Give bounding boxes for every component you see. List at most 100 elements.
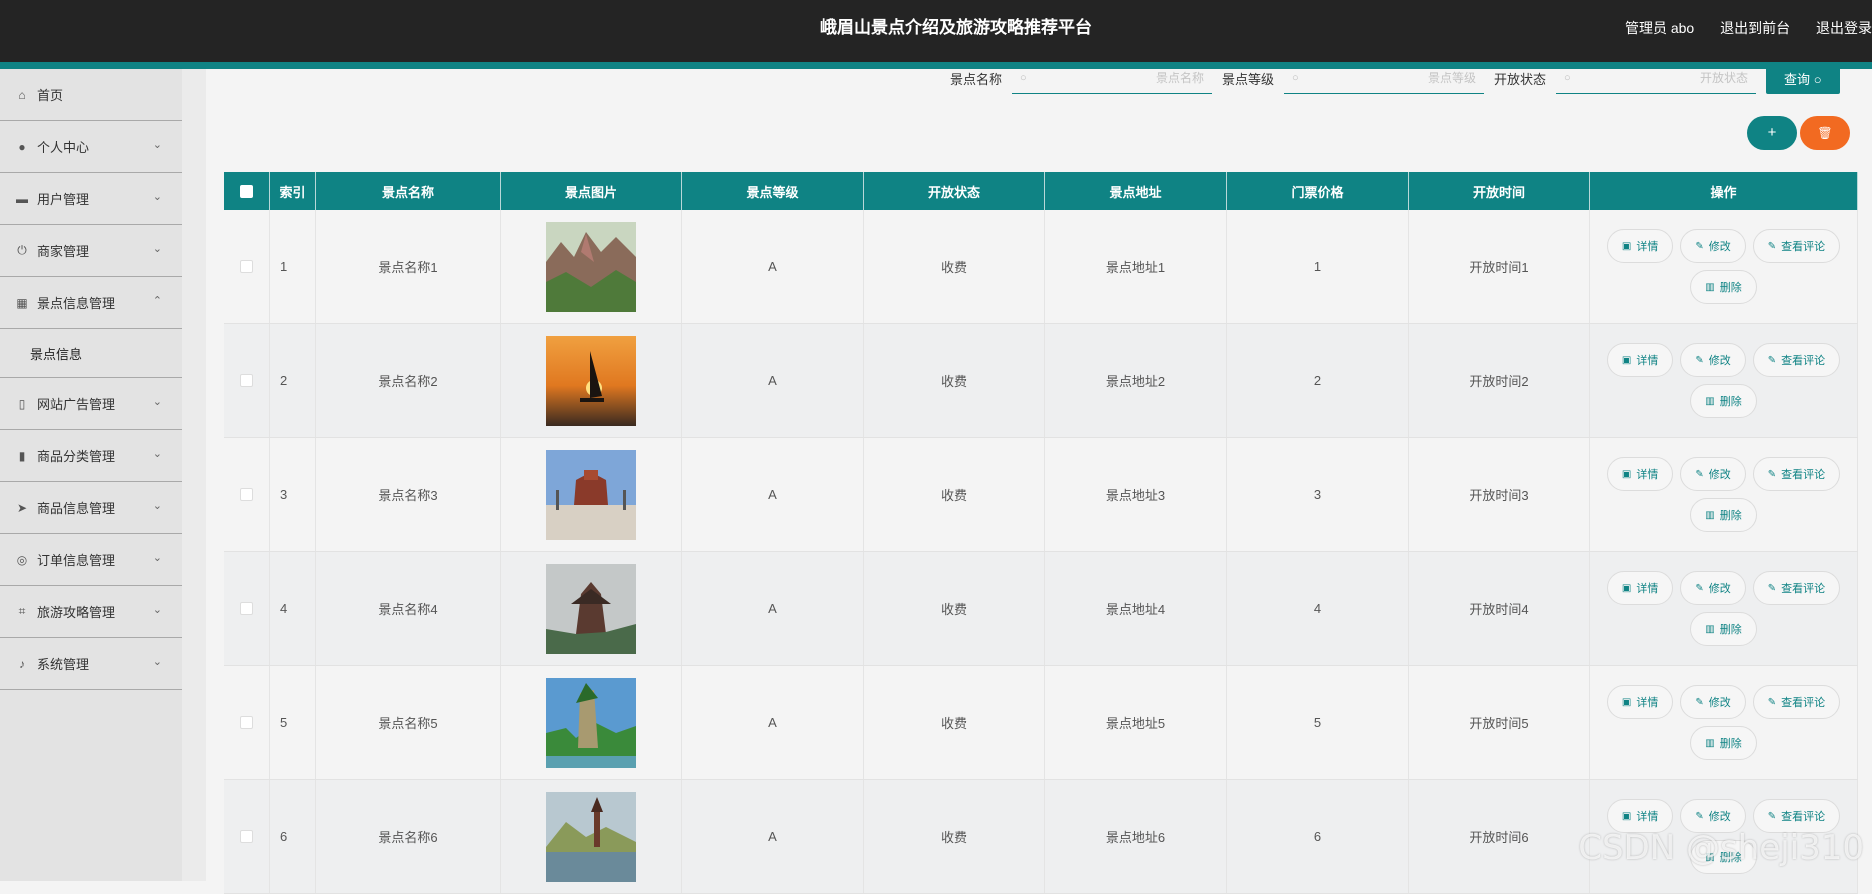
time-cell: 开放时间4 xyxy=(1409,552,1590,665)
row-select-cell xyxy=(224,780,270,893)
address-cell: 景点地址6 xyxy=(1045,780,1227,893)
header-time: 开放时间 xyxy=(1409,172,1590,210)
delete-button[interactable]: ▥ 删除 xyxy=(1690,726,1757,760)
status-label: 开放状态 xyxy=(1494,71,1547,87)
scenic-photo xyxy=(546,791,636,882)
front-link[interactable]: 退出到前台 xyxy=(1720,20,1790,36)
row-checkbox[interactable] xyxy=(240,488,253,501)
sidebar-item-users[interactable]: ▬ 用户管理 ⌄ xyxy=(0,173,182,225)
view-comments-button[interactable]: ✎ 查看评论 xyxy=(1752,685,1841,719)
image-cell xyxy=(501,666,682,779)
delete-button[interactable]: ▥ 删除 xyxy=(1690,384,1757,418)
detail-button[interactable]: ▣ 详情 xyxy=(1606,229,1674,263)
table-row: 1 景点名称1 A 收费 景点地址1 1 开放时间1 ▣ 详情 ✎ 修改 ✎ 查看评论… xyxy=(224,210,1858,324)
view-comments-button[interactable]: ✎ 查看评论 xyxy=(1752,229,1841,263)
edit-button[interactable]: ✎ 修改 xyxy=(1680,229,1746,263)
sidebar-subitem-scenic-info[interactable]: 景点信息 xyxy=(0,329,182,378)
logout-link[interactable]: 退出登录 xyxy=(1816,20,1872,36)
row-actions: ▣ 详情 ✎ 修改 ✎ 查看评论 ▥ 删除 xyxy=(1599,685,1849,760)
detail-button[interactable]: ▣ 详情 xyxy=(1606,685,1674,719)
delete-button[interactable]: ▥ 删除 xyxy=(1690,612,1757,646)
edit-button[interactable]: ✎ 修改 xyxy=(1680,685,1746,719)
select-all-checkbox[interactable] xyxy=(240,184,253,198)
sidebar-item-products[interactable]: ➤ 商品信息管理 ⌄ xyxy=(0,482,182,534)
comments-label: 查看评论 xyxy=(1781,469,1826,481)
price-cell: 6 xyxy=(1227,780,1409,893)
status-search-input[interactable] xyxy=(1570,70,1749,85)
sidebar-item-merchants[interactable]: ⏻ 商家管理 ⌄ xyxy=(0,225,182,277)
row-checkbox[interactable] xyxy=(240,830,253,843)
address-cell: 景点地址1 xyxy=(1045,210,1227,323)
sidebar-item-system[interactable]: ♪ 系统管理 ⌄ xyxy=(0,638,182,690)
table-header: 索引 景点名称 景点图片 景点等级 开放状态 景点地址 门票价格 开放时间 操作 xyxy=(224,172,1858,210)
sidebar-item-label: 商品信息管理 xyxy=(37,501,116,516)
sidebar-item-label: 首页 xyxy=(37,88,64,103)
name-label: 景点名称 xyxy=(950,71,1003,87)
delete-button[interactable]: ▥ 删除 xyxy=(1690,270,1757,304)
row-checkbox[interactable] xyxy=(240,260,253,273)
top-bar: 峨眉山景点介绍及旅游攻略推荐平台 管理员 abo 退出到前台 退出登录 xyxy=(0,0,1872,62)
view-comments-button[interactable]: ✎ 查看评论 xyxy=(1752,343,1841,377)
sidebar-item-guides[interactable]: ⌗ 旅游攻略管理 ⌄ xyxy=(0,586,182,638)
bar-chart-icon: ▮ xyxy=(18,448,26,463)
detail-button[interactable]: ▣ 详情 xyxy=(1606,343,1674,377)
detail-button[interactable]: ▣ 详情 xyxy=(1606,457,1674,491)
index-cell: 1 xyxy=(270,210,316,323)
search-icon: ○ xyxy=(1292,71,1299,84)
sidebar-item-profile[interactable]: ● 个人中心 ⌄ xyxy=(0,121,182,173)
edit-button[interactable]: ✎ 修改 xyxy=(1680,571,1746,605)
address-cell: 景点地址4 xyxy=(1045,552,1227,665)
view-comments-button[interactable]: ✎ 查看评论 xyxy=(1752,571,1841,605)
chart-icon: ▦ xyxy=(16,295,28,310)
row-select-cell xyxy=(224,666,270,779)
header-level: 景点等级 xyxy=(682,172,864,210)
index-cell: 6 xyxy=(270,780,316,893)
edit-button[interactable]: ✎ 修改 xyxy=(1680,343,1746,377)
row-select-cell xyxy=(224,552,270,665)
status-cell: 收费 xyxy=(864,324,1045,437)
address-cell: 景点地址2 xyxy=(1045,324,1227,437)
delete-button[interactable]: ▥ 删除 xyxy=(1690,498,1757,532)
trash-icon: ▥ xyxy=(1705,281,1715,293)
sidebar-item-scenic[interactable]: ▦ 景点信息管理 ⌃ xyxy=(0,277,182,329)
comments-label: 查看评论 xyxy=(1781,583,1826,595)
sidebar-item-ads[interactable]: ▯ 网站广告管理 ⌄ xyxy=(0,378,182,430)
search-icon: ○ xyxy=(1813,71,1822,87)
view-comments-button[interactable]: ✎ 查看评论 xyxy=(1752,457,1841,491)
actions-cell: ▣ 详情 ✎ 修改 ✎ 查看评论 ▥ 删除 xyxy=(1590,210,1858,323)
detail-label: 详情 xyxy=(1636,241,1659,253)
detail-label: 详情 xyxy=(1636,355,1659,367)
doc-icon: ▣ xyxy=(1621,468,1632,480)
row-checkbox[interactable] xyxy=(240,602,253,615)
row-checkbox[interactable] xyxy=(240,374,253,387)
sidebar-item-home[interactable]: ⌂ 首页 xyxy=(0,69,182,121)
row-actions: ▣ 详情 ✎ 修改 ✎ 查看评论 ▥ 删除 xyxy=(1599,457,1849,532)
search-icon: ○ xyxy=(1564,71,1571,84)
sidebar-item-orders[interactable]: ◎ 订单信息管理 ⌄ xyxy=(0,534,182,586)
search-bar: 景点名称 ○ 景点等级 ○ 开放状态 ○ 查询 ○ xyxy=(950,62,1840,94)
detail-button[interactable]: ▣ 详情 xyxy=(1606,571,1674,605)
level-label: 景点等级 xyxy=(1222,71,1275,87)
delete-label: 删除 xyxy=(1719,738,1742,750)
index-cell: 3 xyxy=(270,438,316,551)
sidebar-item-categories[interactable]: ▮ 商品分类管理 ⌄ xyxy=(0,430,182,482)
image-cell xyxy=(501,552,682,665)
row-actions: ▣ 详情 ✎ 修改 ✎ 查看评论 ▥ 删除 xyxy=(1599,571,1849,646)
edit-button[interactable]: ✎ 修改 xyxy=(1680,457,1746,491)
sidebar: ⌂ 首页 ● 个人中心 ⌄ ▬ 用户管理 ⌄ ⏻ 商家管理 ⌄ ▦ 景点信息管理 ⌃ 景点信息 ▯… xyxy=(0,69,182,881)
chevron-down-icon: ⌄ xyxy=(152,448,162,460)
level-search-input[interactable] xyxy=(1298,70,1477,85)
add-button[interactable]: + xyxy=(1747,116,1797,150)
sidebar-item-label: 订单信息管理 xyxy=(37,553,116,568)
csdn-watermark: CSDN @sheji310 xyxy=(1578,828,1864,868)
scenic-table: 索引 景点名称 景点图片 景点等级 开放状态 景点地址 门票价格 开放时间 操作… xyxy=(224,172,1858,894)
query-button[interactable]: 查询 ○ xyxy=(1766,62,1840,94)
time-cell: 开放时间6 xyxy=(1409,780,1590,893)
content-gutter xyxy=(182,69,206,881)
level-cell: A xyxy=(682,780,864,893)
row-checkbox[interactable] xyxy=(240,716,253,729)
price-cell: 5 xyxy=(1227,666,1409,779)
trash-icon: ▥ xyxy=(1705,623,1715,635)
bulk-delete-button[interactable]: 🗑 xyxy=(1800,116,1850,150)
name-search-input[interactable] xyxy=(1026,70,1205,85)
